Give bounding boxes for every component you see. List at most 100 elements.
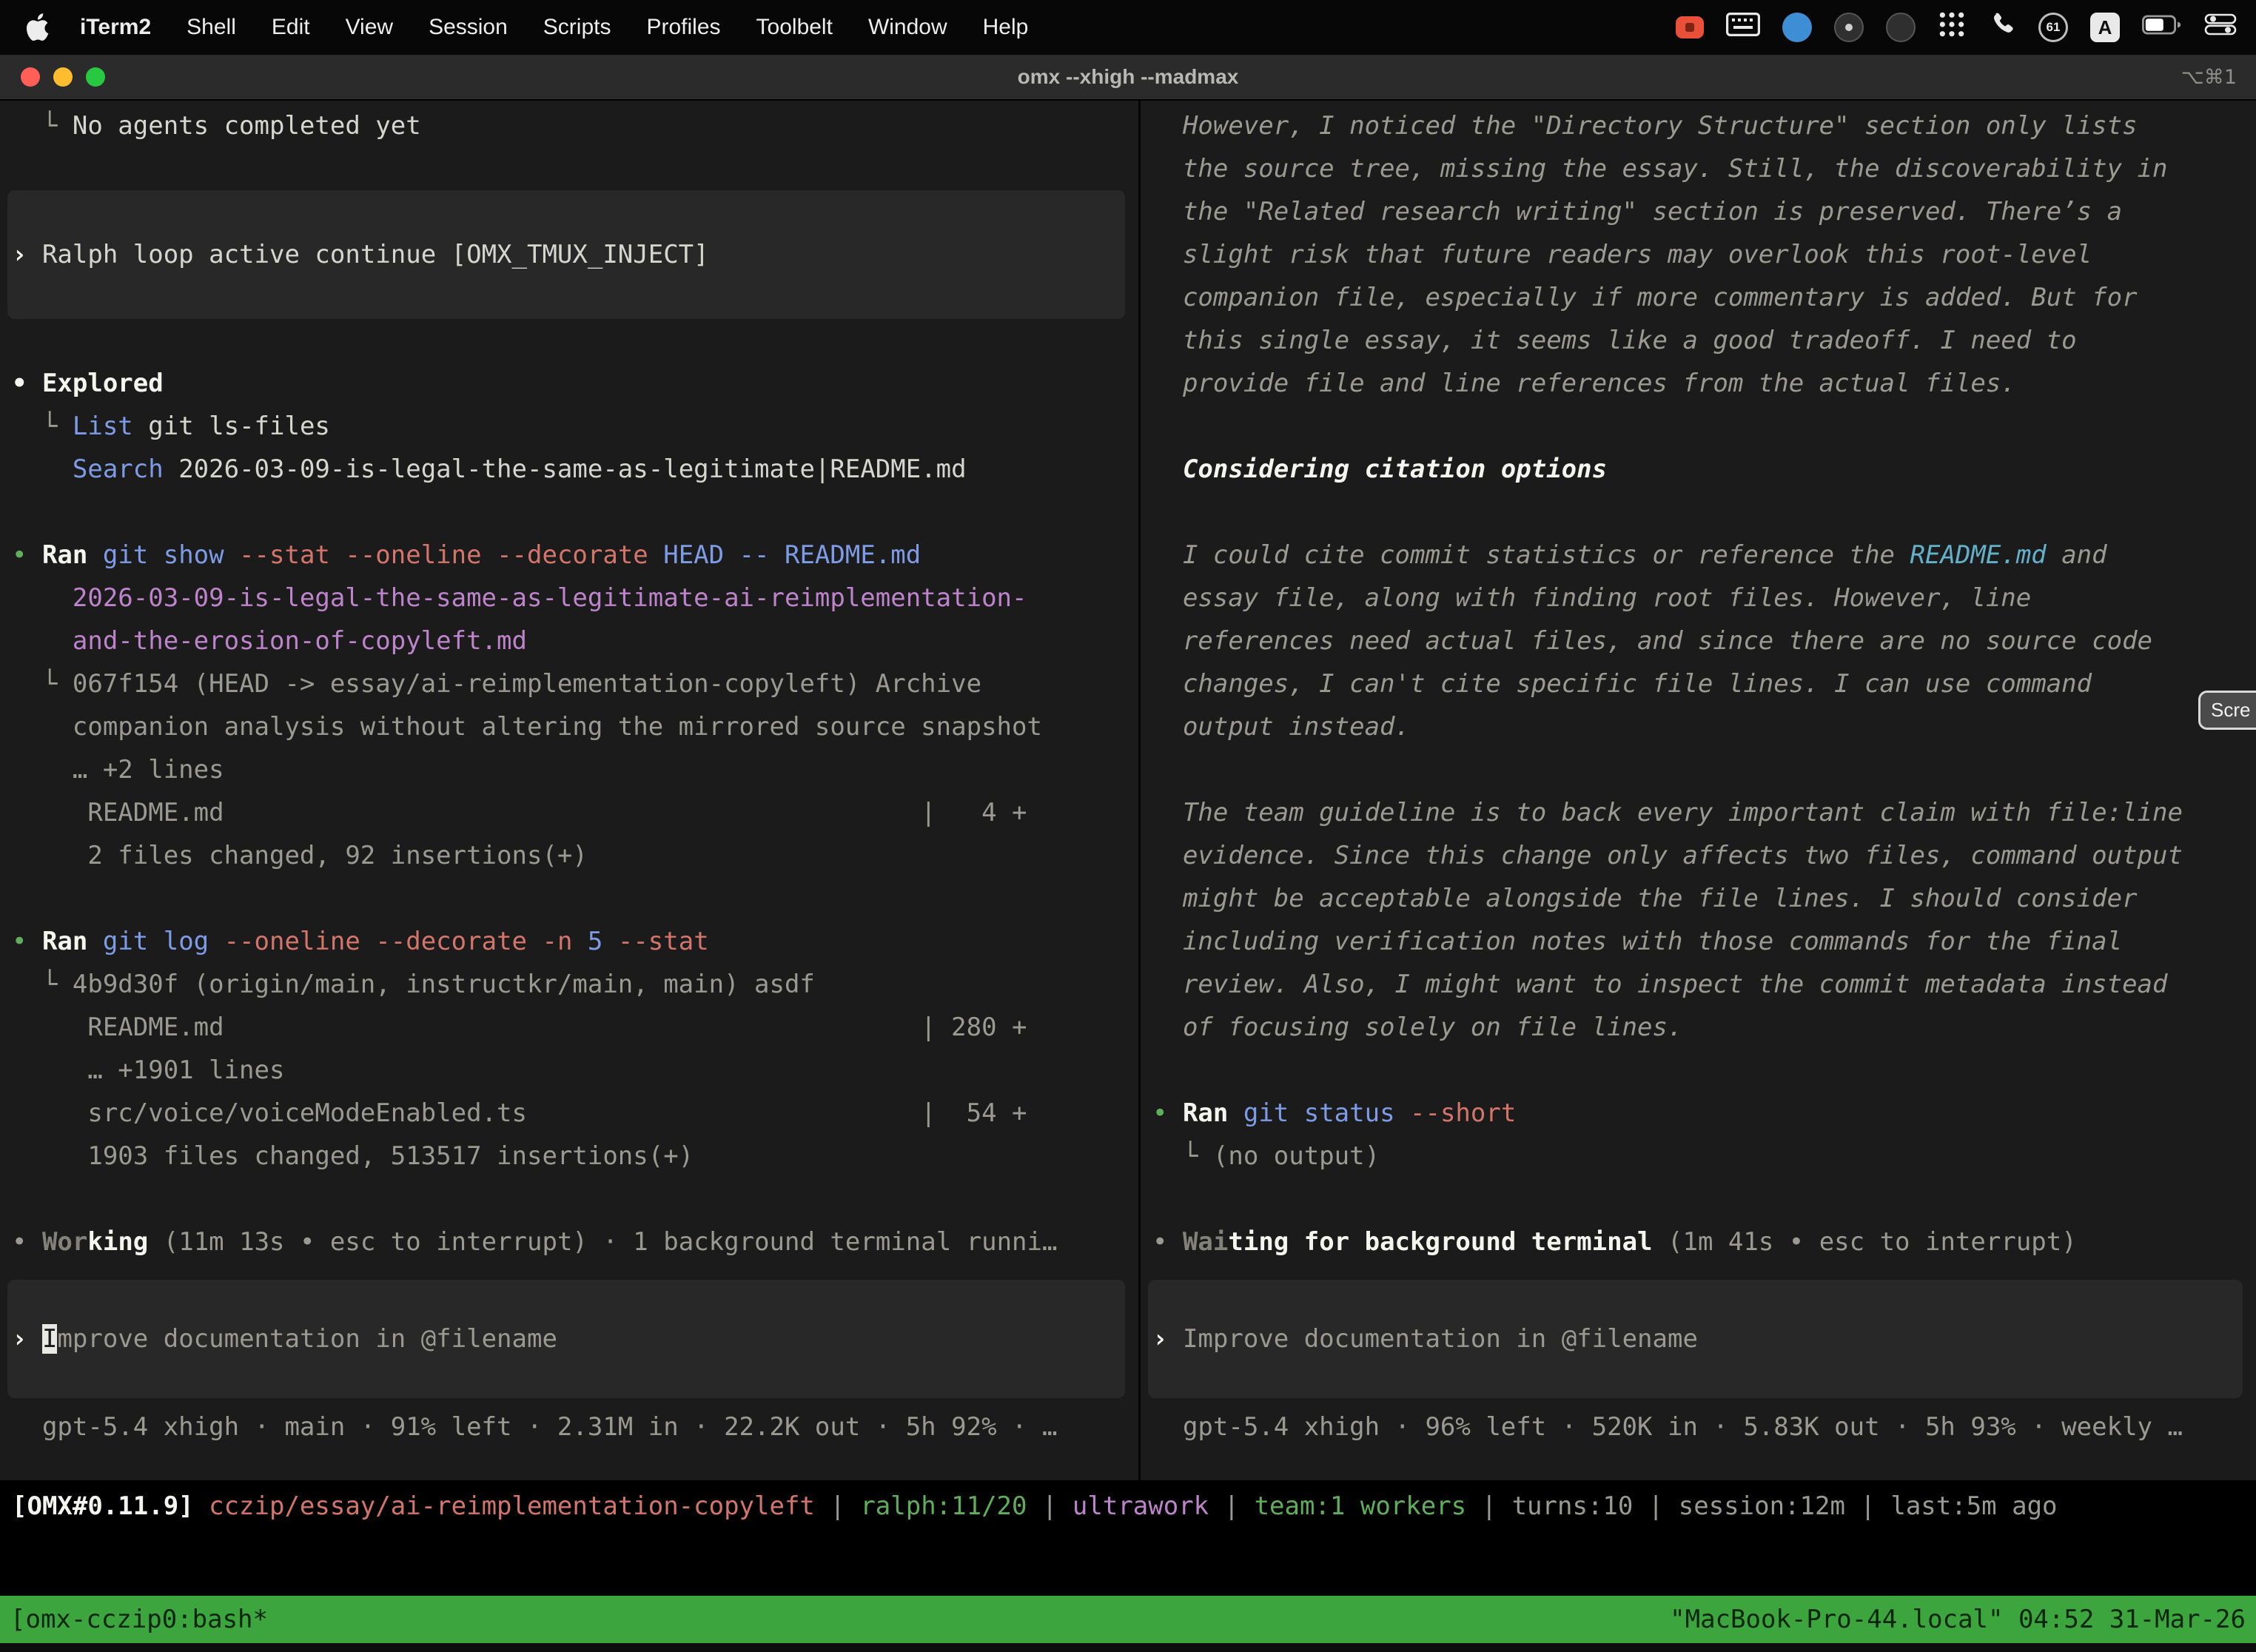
menu-item-scripts[interactable]: Scripts (526, 15, 629, 40)
keyboard-viewer-icon[interactable] (1726, 13, 1760, 42)
recording-indicator-icon[interactable] (1676, 16, 1704, 38)
terminal-text-segment: team:1 workers (1255, 1491, 1467, 1521)
menu-item-shell[interactable]: Shell (169, 15, 254, 40)
terminal-line: gpt-5.4 xhigh · main · 91% left · 2.31M … (12, 1406, 1138, 1448)
terminal-text-segment: • Explored (12, 369, 164, 398)
terminal-text-segment: -n (542, 927, 587, 956)
terminal-line: However, I noticed the "Directory Struct… (1152, 104, 2256, 147)
terminal-text-segment: essay file, along with finding root file… (1152, 583, 2031, 613)
terminal-line: companion file, especially if more comme… (1152, 276, 2256, 319)
tmux-host-time-label: "MacBook-Pro-44.local" 04:52 31-Mar-26 (1670, 1605, 2246, 1634)
phone-icon[interactable] (1988, 10, 2016, 44)
terminal-text-segment: | (815, 1491, 860, 1521)
terminal-text-segment: Wai (1183, 1227, 1228, 1257)
terminal-text-segment: --stat (618, 927, 709, 956)
menu-item-edit[interactable]: Edit (254, 15, 328, 40)
terminal-panes: └ No agents completed yet › Ralph loop a… (0, 101, 2256, 1480)
terminal-line: 1903 files changed, 513517 insertions(+) (12, 1135, 1138, 1178)
minimize-window-button[interactable] (53, 67, 73, 87)
terminal-text-segment: cczip/essay/ai-reimplementation-copyleft (209, 1491, 815, 1521)
terminal-line: • Working (11m 13s • esc to interrupt) ·… (12, 1220, 1138, 1263)
terminal-text-segment: gpt-5.4 xhigh · 96% left · 520K in · 5.8… (1152, 1412, 2183, 1442)
app-icon-dark-2[interactable] (1886, 13, 1916, 42)
app-icon-blue[interactable] (1782, 13, 1812, 42)
menu-item-window[interactable]: Window (850, 15, 965, 40)
terminal-line: this single essay, it seems like a good … (1152, 319, 2256, 362)
menu-item-help[interactable]: Help (965, 15, 1047, 40)
apple-menu-icon[interactable] (27, 13, 50, 41)
terminal-text-segment: --short (1410, 1098, 1516, 1128)
terminal-line: src/voice/voiceModeEnabled.ts | 54 + (12, 1092, 1138, 1135)
terminal-text-segment: (1m 41s • esc to interrupt) (1668, 1227, 2077, 1257)
traffic-lights (21, 67, 105, 87)
terminal-line (1152, 491, 2256, 534)
left-lines-main: • Explored └ List git ls-files Search 20… (12, 319, 1138, 1263)
battery-gauge-icon[interactable]: 61 (2038, 13, 2068, 42)
menu-item-toolbelt[interactable]: Toolbelt (739, 15, 850, 40)
screen: iTerm2 Shell Edit View Session Scripts P… (0, 0, 2256, 1652)
terminal-line: • Ran git show --stat --oneline --decora… (12, 534, 1138, 577)
terminal-text-segment: However, I noticed the "Directory Struct… (1152, 111, 2138, 141)
terminal-line: the "Related research writing" section i… (1152, 190, 2256, 233)
screen-edge-overlay[interactable]: Scre (2198, 691, 2256, 730)
terminal-left-pane[interactable]: └ No agents completed yet › Ralph loop a… (0, 101, 1138, 1480)
terminal-line (12, 491, 1138, 534)
battery-icon[interactable] (2142, 15, 2182, 41)
zoom-window-button[interactable] (86, 67, 105, 87)
terminal-text-segment: slight risk that future readers may over… (1152, 240, 2092, 269)
input-source-icon[interactable]: A (2090, 13, 2120, 42)
terminal-line: └ 4b9d30f (origin/main, instructkr/main,… (12, 963, 1138, 1006)
terminal-text-segment: 2 files changed, 92 insertions(+) (12, 841, 588, 870)
menu-item-view[interactable]: View (328, 15, 411, 40)
terminal-line: gpt-5.4 xhigh · 96% left · 520K in · 5.8… (1152, 1406, 2256, 1448)
window-title-bar[interactable]: omx --xhigh --madmax ⌥⌘1 (0, 55, 2256, 101)
terminal-text-segment: src/voice/voiceModeEnabled.ts | 54 + (12, 1098, 1027, 1128)
terminal-text-segment: Wor (42, 1227, 87, 1257)
terminal-line (1152, 405, 2256, 448)
terminal-text-segment: Ralph loop active continue [OMX_TMUX_INJ… (42, 240, 709, 269)
terminal-text-segment: might be acceptable alongside the file l… (1152, 884, 2138, 913)
left-input-line: › Improve documentation in @filename (12, 1317, 557, 1360)
terminal-text-segment: --oneline --decorate (224, 927, 543, 956)
menu-item-session[interactable]: Session (411, 15, 526, 40)
terminal-line: output instead. (1152, 705, 2256, 748)
terminal-line (1152, 1049, 2256, 1092)
menu-item-iterm2[interactable]: iTerm2 (62, 15, 169, 40)
left-lines-top: └ No agents completed yet (12, 104, 1138, 190)
terminal-line: references need actual files, and since … (1152, 620, 2256, 662)
right-input-box[interactable]: › Improve documentation in @filename (1148, 1280, 2243, 1398)
terminal-text-segment: output instead. (1152, 712, 1410, 742)
right-input-line: › Improve documentation in @filename (1152, 1317, 1698, 1360)
terminal-line: I could cite commit statistics or refere… (1152, 534, 2256, 577)
left-input-box[interactable]: › Improve documentation in @filename (7, 1280, 1125, 1398)
app-icon-dark-1[interactable] (1834, 13, 1864, 42)
terminal-text-segment: git show (103, 540, 239, 570)
terminal-text-segment: └ (no output) (1152, 1141, 1380, 1171)
terminal-text-segment: • (12, 927, 42, 956)
terminal-line: the source tree, missing the essay. Stil… (1152, 147, 2256, 190)
terminal-text-segment: [OMX#0.11.9] (12, 1491, 209, 1521)
terminal-text-segment: HEAD -- README.md (663, 540, 921, 570)
terminal-line: … +1901 lines (12, 1049, 1138, 1092)
tmux-session-label[interactable]: [omx-cczip0:bash* (10, 1605, 268, 1634)
terminal-text-segment: and-the-erosion-of-copyleft.md (12, 626, 527, 656)
terminal-line: and-the-erosion-of-copyleft.md (12, 620, 1138, 662)
dots-grid-icon[interactable] (1938, 10, 1966, 44)
terminal-line: └ No agents completed yet (12, 104, 1138, 147)
terminal-text-segment: provide file and line references from th… (1152, 369, 2016, 398)
terminal-right-pane[interactable]: However, I noticed the "Directory Struct… (1141, 101, 2256, 1480)
terminal-text-segment: 1903 files changed, 513517 insertions(+) (12, 1141, 694, 1171)
terminal-line: 2 files changed, 92 insertions(+) (12, 834, 1138, 877)
control-center-icon[interactable] (2204, 13, 2237, 41)
close-window-button[interactable] (21, 67, 40, 87)
terminal-line: essay file, along with finding root file… (1152, 577, 2256, 620)
terminal-line: slight risk that future readers may over… (1152, 233, 2256, 276)
terminal-text-segment: turns:10 (1512, 1491, 1634, 1521)
terminal-text-segment (12, 454, 73, 484)
terminal-text-segment: of focusing solely on file lines. (1152, 1013, 1682, 1042)
terminal-text-segment: No agents completed yet (73, 111, 421, 141)
terminal-text-segment: Ran (1183, 1098, 1243, 1128)
menu-item-profiles[interactable]: Profiles (628, 15, 738, 40)
terminal-text-segment: gpt-5.4 xhigh · main · 91% left · 2.31M … (12, 1412, 1057, 1442)
terminal-line: Search 2026-03-09-is-legal-the-same-as-l… (12, 448, 1138, 491)
